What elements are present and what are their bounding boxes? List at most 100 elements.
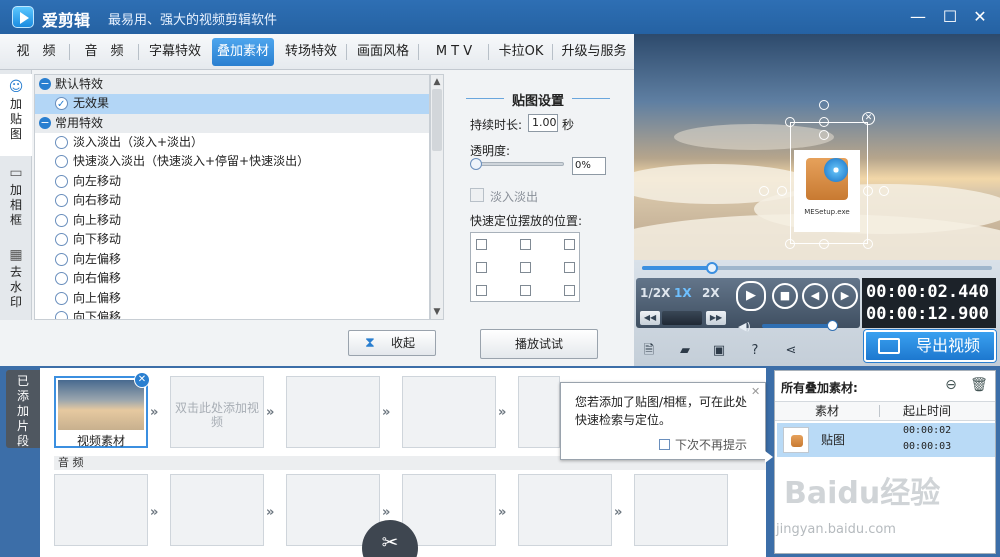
effect-item[interactable]: 向右移动 (35, 191, 429, 211)
new-project-icon[interactable]: 🗎 (640, 342, 658, 360)
empty-clip-slot[interactable] (402, 376, 496, 448)
duration-input[interactable]: 1.00 (528, 114, 558, 132)
position-bottom-right[interactable] (564, 285, 575, 296)
resize-handle[interactable] (863, 239, 873, 249)
resize-handle[interactable] (759, 186, 769, 196)
collapse-icon[interactable]: − (39, 116, 51, 129)
tab-upgrade[interactable]: 升级与服务 (556, 38, 632, 66)
position-bottom-center[interactable] (520, 285, 531, 296)
speed-half-button[interactable]: 1/2X (640, 286, 670, 300)
tab-style[interactable]: 画面风格 (350, 38, 416, 66)
effect-group-header[interactable]: − 默认特效 (35, 75, 429, 94)
collapse-icon[interactable]: − (39, 78, 51, 90)
play-icon[interactable]: ▶ (736, 281, 766, 311)
effect-item[interactable]: 向下移动 (35, 230, 429, 250)
effect-item[interactable]: 淡入淡出（淡入+淡出） (35, 133, 429, 153)
sidetab-add-frame[interactable]: ▭ 加相框 (0, 160, 32, 240)
seek-bar[interactable] (642, 266, 992, 270)
audio-clip-slot[interactable] (518, 474, 612, 546)
jog-wheel[interactable] (662, 311, 702, 325)
volume-handle[interactable] (826, 320, 838, 331)
fade-label: 淡入淡出 (490, 190, 539, 204)
effect-item[interactable]: 向下偏移 (35, 308, 429, 319)
effect-item[interactable]: 向上移动 (35, 211, 429, 231)
volume-icon[interactable]: ◀) (738, 320, 751, 333)
audio-clip-slot[interactable] (634, 474, 728, 546)
video-clip[interactable]: 视频素材 (54, 376, 148, 448)
position-top-center[interactable] (520, 239, 531, 250)
position-top-right[interactable] (564, 239, 575, 250)
resize-handle[interactable] (819, 239, 829, 249)
position-center[interactable] (520, 262, 531, 273)
help-icon[interactable]: ? (746, 342, 764, 360)
share-icon[interactable]: ⋖ (782, 342, 800, 360)
opacity-slider[interactable] (472, 162, 564, 166)
resize-handle[interactable] (819, 117, 829, 127)
tab-overlay[interactable]: 叠加素材 (212, 38, 274, 66)
audio-clip-slot[interactable] (54, 474, 148, 546)
empty-clip-slot[interactable] (518, 376, 560, 448)
fade-checkbox[interactable] (470, 188, 484, 202)
step-back-icon[interactable]: ◀◀ (640, 311, 660, 325)
tooltip-close-icon[interactable]: ✕ (751, 385, 760, 398)
step-forward-icon[interactable]: ▶▶ (706, 311, 726, 325)
audio-clip-slot[interactable] (402, 474, 496, 546)
resize-handle[interactable] (863, 186, 873, 196)
effect-item[interactable]: 快速淡入淡出（快速淡入+停留+快速淡出） (35, 152, 429, 172)
tab-karaoke[interactable]: 卡拉OK (492, 38, 550, 66)
scroll-up-icon[interactable]: ▲ (431, 75, 443, 89)
resize-handle[interactable] (819, 130, 829, 140)
scroll-thumb[interactable] (432, 89, 442, 151)
opacity-input[interactable]: 0% (572, 157, 606, 175)
sidetab-add-sticker[interactable]: ☺ 加贴图 (0, 74, 32, 156)
save-icon[interactable]: ▣ (710, 342, 728, 360)
resize-handle[interactable] (785, 117, 795, 127)
tab-video[interactable]: 视 频 (4, 38, 68, 66)
stop-icon[interactable]: ■ (772, 283, 798, 309)
sticker-image[interactable]: MESetup.exe (794, 150, 860, 232)
effect-group-header[interactable]: − 常用特效 (35, 113, 429, 133)
resize-handle[interactable] (879, 186, 889, 196)
close-icon[interactable]: ✕ (968, 5, 992, 29)
audio-clip-slot[interactable] (170, 474, 264, 546)
position-top-left[interactable] (476, 239, 487, 250)
effect-item[interactable]: 向左移动 (35, 172, 429, 192)
effect-item[interactable]: 向右偏移 (35, 269, 429, 289)
overlay-list-row[interactable]: 贴图 00:00:02 00:00:03 (777, 423, 995, 457)
empty-clip-slot[interactable] (286, 376, 380, 448)
position-middle-right[interactable] (564, 262, 575, 273)
speed-1x-button[interactable]: 1X (674, 286, 692, 300)
resize-handle[interactable] (777, 186, 787, 196)
export-video-button[interactable]: 导出视频 (864, 330, 996, 362)
scroll-down-icon[interactable]: ▼ (431, 305, 443, 319)
rotate-handle[interactable] (819, 100, 829, 110)
prev-frame-icon[interactable]: ◀ (802, 283, 828, 309)
next-frame-icon[interactable]: ▶ (832, 283, 858, 309)
speed-2x-button[interactable]: 2X (702, 286, 720, 300)
effect-item[interactable]: 无效果 (35, 94, 429, 115)
effect-item[interactable]: 向上偏移 (35, 289, 429, 309)
remove-sticker-icon[interactable]: ✕ (862, 112, 875, 125)
position-bottom-left[interactable] (476, 285, 487, 296)
tab-mtv[interactable]: M T V (422, 38, 486, 66)
minimize-icon[interactable]: — (906, 5, 930, 29)
resize-handle[interactable] (785, 239, 795, 249)
open-folder-icon[interactable]: ▰ (676, 342, 694, 360)
tab-transition[interactable]: 转场特效 (278, 38, 344, 66)
trash-icon[interactable]: 🗑 (969, 375, 989, 395)
maximize-icon[interactable]: ☐ (938, 5, 962, 29)
delete-clip-icon[interactable]: ✕ (134, 372, 150, 388)
position-middle-left[interactable] (476, 262, 487, 273)
sidetab-remove-watermark[interactable]: ▦ 去水印 (0, 242, 32, 320)
effect-list-scrollbar[interactable]: ▲ ▼ (430, 74, 444, 320)
opacity-slider-handle[interactable] (470, 158, 482, 170)
tab-audio[interactable]: 音 频 (72, 38, 136, 66)
dont-show-again-checkbox[interactable] (659, 439, 670, 450)
collapse-button[interactable]: ⧗ 收起 (348, 330, 436, 356)
play-test-button[interactable]: 播放试试 (480, 329, 598, 359)
tab-subtitle[interactable]: 字幕特效 (142, 38, 208, 66)
locate-icon[interactable]: ⊖ (941, 375, 961, 395)
empty-clip-slot[interactable]: 双击此处添加视频 (170, 376, 264, 448)
effect-item[interactable]: 向左偏移 (35, 250, 429, 270)
seek-handle[interactable] (706, 262, 718, 274)
